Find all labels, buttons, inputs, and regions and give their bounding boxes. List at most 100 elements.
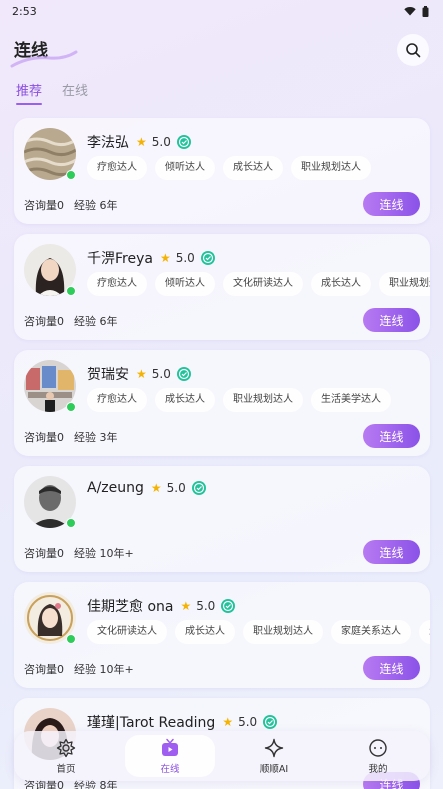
advisor-card[interactable]: 千淠Freya ★ 5.0 疗愈达人 倾听达人 文化研读达人 成长达人 职业规划… [14,234,430,340]
star-icon: ★ [159,251,171,265]
advisor-rating: 5.0 [196,599,216,613]
tag: 疗愈达人 [87,156,147,180]
tag: 文化研读达人 [223,272,303,296]
nav-profile-label: 我的 [368,763,388,775]
header: 连线 [0,28,443,72]
status-icons [404,5,429,17]
certified-badge-icon [176,135,191,149]
advisor-rating: 5.0 [238,715,258,729]
tag: 倾听达人 [155,156,215,180]
profile-face-icon [369,738,387,757]
name-row: 瑾瑾|Tarot Reading ★ 5.0 [87,712,278,732]
advisor-rating: 5.0 [166,481,186,495]
advisor-card[interactable]: A/zeung ★ 5.0 咨询量0 经验 10年+ 连线 [14,466,430,572]
certified-badge-icon [263,715,278,729]
certified-badge-icon [191,481,206,495]
tag: 成长达人 [223,156,283,180]
battery-icon [422,5,429,17]
tag: 疗愈达人 [87,272,147,296]
online-indicator [66,402,76,412]
star-icon: ★ [136,367,147,381]
home-flower-icon [56,738,76,757]
advisor-rating: 5.0 [151,367,171,381]
online-indicator [66,286,76,296]
name-row: 千淠Freya ★ 5.0 [87,248,216,268]
name-row: 佳期芝愈 ona ★ 5.0 [87,596,236,616]
tag: 职业规划达人 [291,156,371,180]
tag: 成长达人 [155,388,215,412]
advisor-card[interactable]: 李法弘 ★ 5.0 疗愈达人 倾听达人 成长达人 职业规划达人 咨询量0 经验 … [14,118,430,224]
advisor-rating: 5.0 [175,251,195,265]
advisor-name: A/zeung [87,480,144,496]
connect-button[interactable]: 连线 [363,424,420,448]
name-row: 贺瑞安 ★ 5.0 [87,364,192,384]
nav-home-label: 首页 [56,763,76,775]
star-icon: ★ [136,135,147,149]
tag: 家庭关系达人 [331,620,411,644]
advisor-stats: 咨询量0 经验 6年 [24,197,118,213]
advisor-name: 瑾瑾|Tarot Reading [87,715,216,731]
online-indicator [66,634,76,644]
online-indicator [66,170,76,180]
nav-ai[interactable]: 顺顺AI [229,735,319,777]
bottom-nav: 首页 在线 顺顺AI 我的 [14,731,430,781]
tag: 疗愈达人 [87,388,147,412]
advisor-stats: 咨询量0 经验 10年+ [24,545,134,561]
sparkle-icon [264,738,284,757]
tab-online[interactable]: 在线 [62,80,88,103]
nav-online[interactable]: 在线 [125,735,215,777]
search-icon [406,43,421,58]
certified-badge-icon [221,599,236,613]
connect-button[interactable]: 连线 [363,656,420,680]
advisor-name: 贺瑞安 [87,367,129,383]
consult-count: 咨询量0 [24,663,64,676]
consult-count: 咨询量0 [24,431,64,444]
advisor-name: 佳期芝愈 ona [87,599,174,615]
connect-button[interactable]: 连线 [363,540,420,564]
consult-count: 咨询量0 [24,315,64,328]
nav-home[interactable]: 首页 [21,735,111,777]
star-icon: ★ [222,715,234,729]
name-row: 李法弘 ★ 5.0 [87,132,192,152]
connect-button[interactable]: 连线 [363,192,420,216]
title-underline-decoration [10,50,78,68]
tv-icon [162,738,178,756]
nav-ai-label: 顺顺AI [259,763,289,775]
tab-bar: 推荐 在线 [16,80,88,105]
tab-recommended[interactable]: 推荐 [16,80,43,105]
advisor-card[interactable]: 贺瑞安 ★ 5.0 疗愈达人 成长达人 职业规划达人 生活美学达人 咨询量0 经… [14,350,430,456]
tag: 职业规划达 [379,272,430,296]
tag: 成长达人 [175,620,235,644]
experience: 经验 6年 [74,199,118,212]
advisor-stats: 咨询量0 经验 10年+ [24,661,134,677]
consult-count: 咨询量0 [24,199,64,212]
advisor-rating: 5.0 [151,135,171,149]
tag: 文化研读达人 [87,620,167,644]
tag-list: 疗愈达人 倾听达人 文化研读达人 成长达人 职业规划达 [87,272,430,296]
nav-profile[interactable]: 我的 [333,735,423,777]
experience: 经验 6年 [74,315,118,328]
tag-list: 疗愈达人 倾听达人 成长达人 职业规划达人 [87,156,371,180]
experience: 经验 10年+ [74,547,134,560]
consult-count: 咨询量0 [24,547,64,560]
status-time: 2:53 [12,4,37,18]
tag: 职业规划达人 [223,388,303,412]
nav-online-label: 在线 [160,763,180,775]
advisor-name: 千淠Freya [87,251,153,267]
tag: 生活美学达人 [311,388,391,412]
star-icon: ★ [150,481,162,495]
name-row: A/zeung ★ 5.0 [87,480,207,496]
experience: 经验 10年+ [74,663,134,676]
tag-list: 疗愈达人 成长达人 职业规划达人 生活美学达人 [87,388,391,412]
search-button[interactable] [397,34,429,66]
tag: 生 [419,620,430,644]
connect-button[interactable]: 连线 [363,308,420,332]
advisor-name: 李法弘 [87,135,129,151]
online-indicator [66,518,76,528]
advisor-stats: 咨询量0 经验 6年 [24,313,118,329]
advisor-stats: 咨询量0 经验 3年 [24,429,118,445]
tag: 倾听达人 [155,272,215,296]
certified-badge-icon [200,251,215,265]
advisor-card[interactable]: 佳期芝愈 ona ★ 5.0 文化研读达人 成长达人 职业规划达人 家庭关系达人… [14,582,430,688]
tag: 成长达人 [311,272,371,296]
